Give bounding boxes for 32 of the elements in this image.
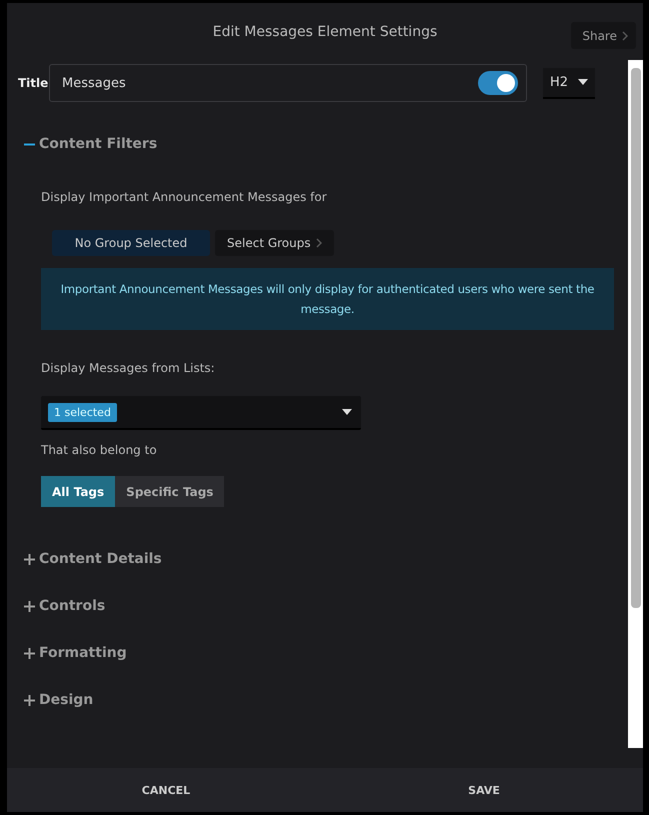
title-label: Title <box>18 76 49 90</box>
share-button[interactable]: Share <box>571 22 636 49</box>
cancel-button[interactable]: CANCEL <box>7 768 325 812</box>
scrollbar[interactable] <box>628 60 643 748</box>
save-button[interactable]: SAVE <box>325 768 643 812</box>
caret-icon <box>342 409 352 415</box>
field-label: Display Messages from Lists: <box>41 361 215 375</box>
chevron-icon <box>622 30 628 40</box>
heading-select[interactable]: H2 <box>543 68 595 98</box>
section-header[interactable]: Design <box>24 690 94 710</box>
field-label: Display Important Announcement Messages for <box>41 190 327 204</box>
section-header[interactable]: Formatting <box>24 643 127 663</box>
plus-icon <box>24 694 35 706</box>
chevron-icon <box>316 238 322 248</box>
lists-dropdown[interactable]: 1 selected <box>41 396 361 430</box>
plus-icon <box>24 554 35 564</box>
title-field[interactable]: Messages <box>49 64 527 102</box>
caret-icon <box>578 79 588 85</box>
field-label: That also belong to <box>41 443 157 457</box>
section-header[interactable]: Content Details <box>24 549 162 569</box>
group-button[interactable]: Select Groups <box>215 230 334 256</box>
plus-icon <box>24 648 35 658</box>
toggle-switch[interactable] <box>478 71 518 95</box>
plus-icon <box>24 600 35 612</box>
selection-chip: 1 selected <box>48 402 117 422</box>
tag-option[interactable]: Specific Tags <box>115 476 224 507</box>
dialog-title: Edit Messages Element Settings <box>212 24 438 40</box>
group-button[interactable]: No Group Selected <box>52 230 210 256</box>
info-notice: Important Announcement Messages will only display for authenticated users who were sent the message. <box>41 268 614 330</box>
tag-option[interactable]: All Tags <box>41 476 116 507</box>
section-header[interactable]: Controls <box>24 596 106 616</box>
section-header[interactable]: Content Filters <box>24 134 158 154</box>
